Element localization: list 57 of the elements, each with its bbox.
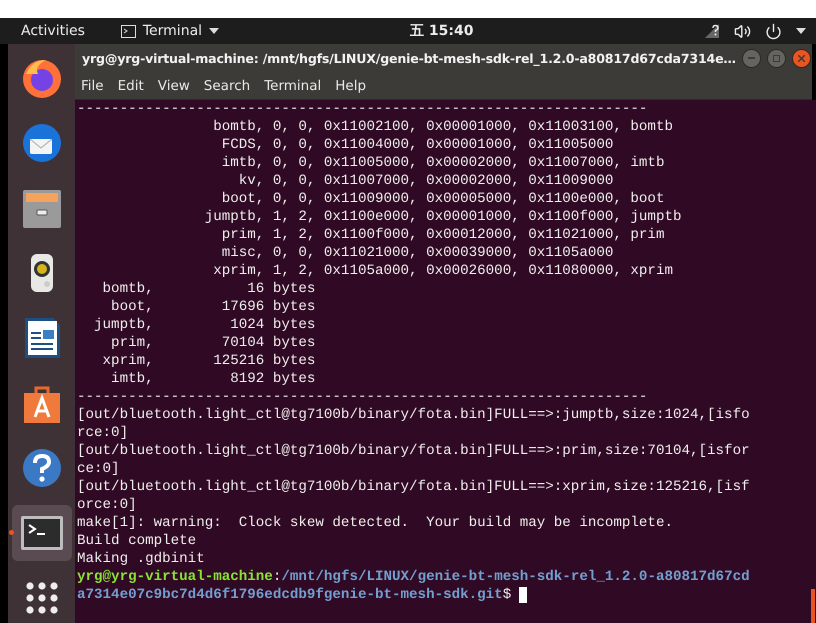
terminal-text: [out/bluetooth.light_ctl@tg7100b/binary/fota.bin]FULL==>:xprim,size:125216,[isf bbox=[77, 478, 750, 496]
menu-item[interactable]: File bbox=[81, 78, 104, 94]
caret-icon bbox=[209, 28, 220, 34]
terminal-text: misc, 0, 0, 0x11021000, 0x00039000, 0x1105a000 bbox=[220, 244, 614, 262]
prompt-user-host: yrg@yrg-virtual-machine bbox=[77, 568, 273, 586]
terminal-icon bbox=[120, 24, 136, 38]
menu-item[interactable]: Edit bbox=[118, 78, 144, 94]
terminal-text: rce:0] bbox=[77, 424, 128, 442]
terminal-text: [out/bluetooth.light_ctl@tg7100b/binary/fota.bin]FULL==>:prim,size:70104,[isfor bbox=[77, 442, 750, 460]
terminal-text: boot, 17696 bytes bbox=[110, 298, 316, 316]
terminal-text: FCDS, 0, 0, 0x11004000, 0x00001000, 0x11005000 bbox=[220, 136, 614, 154]
terminal-text: jumptb, 1, 2, 0x1100e000, 0x00001000, 0x1100f000, jumptb bbox=[204, 208, 682, 226]
menu-item[interactable]: Help bbox=[335, 78, 366, 94]
terminal-text: bomtb, 0, 0, 0x11002100, 0x00001000, 0x11003100, bomtb bbox=[212, 118, 673, 136]
terminal-text: $ bbox=[502, 586, 512, 604]
close-button[interactable] bbox=[792, 48, 811, 68]
activities-button[interactable]: Activities bbox=[21, 23, 85, 39]
terminal-text: ce:0] bbox=[77, 460, 120, 478]
terminal-text: prim, 70104 bytes bbox=[110, 334, 316, 352]
menu-item[interactable]: Terminal bbox=[264, 78, 322, 94]
terminal-text: ------------------------------------------------------------------- bbox=[77, 388, 648, 406]
terminal-text: : bbox=[272, 568, 282, 586]
terminal-text: boot, 0, 0, 0x11009000, 0x00005000, 0x1100e000, boot bbox=[220, 190, 664, 208]
terminal-text: [out/bluetooth.light_ctl@tg7100b/binary/fota.bin]FULL==>:jumptb,size:1024,[isfo bbox=[77, 406, 750, 424]
terminal-text: imtb, 8192 bytes bbox=[110, 370, 316, 388]
terminal-text: make[1]: warning: Clock skew detected. Your build may be incomplete. bbox=[77, 514, 673, 532]
text-cursor bbox=[519, 587, 528, 603]
terminal-text: bomtb, 16 bytes bbox=[102, 280, 316, 298]
terminal-text: jumptb, 1024 bytes bbox=[93, 316, 316, 334]
dock-item[interactable] bbox=[12, 505, 72, 561]
terminal-text: orce:0] bbox=[77, 496, 137, 514]
scroll-indicator bbox=[810, 589, 815, 623]
clock[interactable]: 五 15:40 bbox=[410, 22, 474, 40]
minimize-icon bbox=[748, 57, 755, 59]
terminal-text: prim, 1, 2, 0x1100f000, 0x00012000, 0x11021000, prim bbox=[220, 226, 664, 244]
network-question-icon[interactable] bbox=[704, 23, 720, 39]
terminal-text: xprim, 1, 2, 0x1105a000, 0x00026000, 0x11080000, xprim bbox=[212, 262, 673, 280]
maximize-button[interactable] bbox=[766, 48, 786, 68]
menu-item[interactable]: Search bbox=[204, 78, 250, 94]
close-icon bbox=[798, 54, 805, 62]
terminal-text: Build complete bbox=[77, 532, 196, 550]
window-title: yrg@yrg-virtual-machine: /mnt/hgfs/LINUX/genie-bt-mesh-sdk-rel_1.2.0-a80817d67cda7314e… bbox=[82, 50, 736, 66]
minimize-button[interactable] bbox=[742, 48, 761, 68]
app-menu[interactable]: Terminal bbox=[142, 23, 202, 39]
caret-icon[interactable] bbox=[796, 28, 806, 34]
power-icon[interactable] bbox=[765, 22, 782, 40]
prompt-path: a7314e07c9bc7d4d6f1796edcdb9fgenie-bt-mesh-sdk.git bbox=[77, 586, 503, 604]
running-dot bbox=[8, 530, 14, 535]
terminal-text: xprim, 125216 bytes bbox=[102, 352, 316, 370]
terminal-text: kv, 0, 0, 0x11007000, 0x00002000, 0x11009000 bbox=[238, 172, 614, 190]
terminal-text: ------------------------------------------------------------------- bbox=[77, 100, 648, 118]
menu-item[interactable]: View bbox=[158, 78, 190, 94]
volume-icon[interactable] bbox=[734, 22, 751, 40]
prompt-path: /mnt/hgfs/LINUX/genie-bt-mesh-sdk-rel_1.2.0-a80817d67cd bbox=[281, 568, 750, 586]
maximize-icon bbox=[772, 54, 780, 62]
terminal-text: Making .gdbinit bbox=[77, 550, 205, 568]
terminal-text: imtb, 0, 0, 0x11005000, 0x00002000, 0x11007000, imtb bbox=[220, 154, 664, 172]
